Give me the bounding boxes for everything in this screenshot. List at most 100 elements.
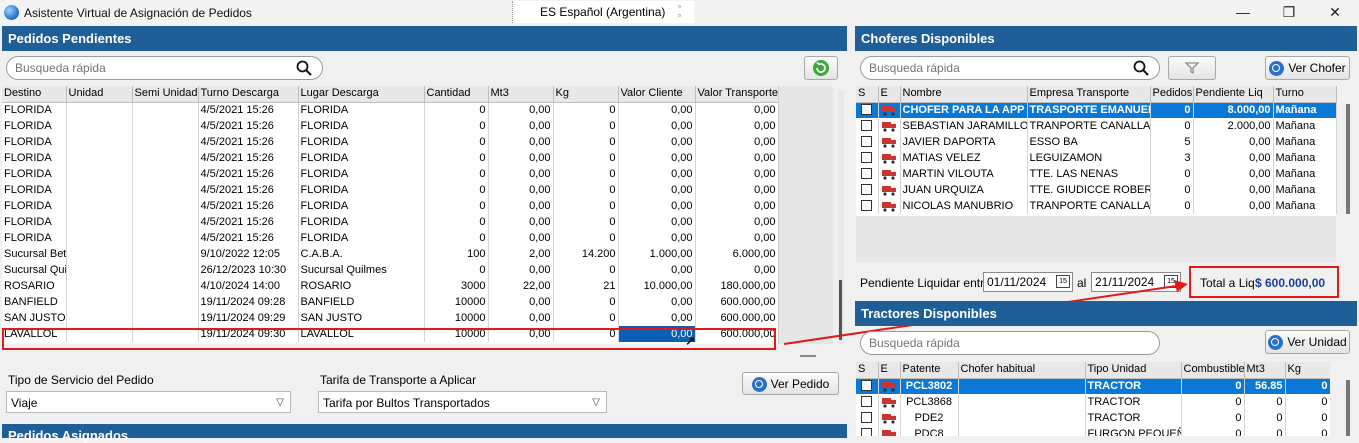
tractores-scrollbar[interactable] (1340, 362, 1357, 436)
pedido-cell[interactable]: FLORIDA (2, 198, 66, 214)
tractores-grid[interactable]: SEPatenteChofer habitualTipo UnidadCombu… (856, 362, 1330, 436)
tractor-cell[interactable]: 0 (1181, 410, 1244, 426)
pedidos-col-header[interactable]: Valor Transporte (695, 86, 778, 102)
pedido-cell[interactable] (66, 118, 132, 134)
choferes-col-header[interactable]: S (856, 86, 878, 102)
pedido-cell[interactable]: 0,00 (618, 182, 695, 198)
chofer-select-cell[interactable] (856, 150, 878, 166)
choferes-search[interactable] (860, 56, 1160, 80)
pedido-cell[interactable]: 0 (553, 118, 618, 134)
pedido-cell[interactable] (66, 102, 132, 118)
pedido-cell[interactable]: 0 (553, 166, 618, 182)
pedido-cell[interactable]: 4/5/2021 15:26 (198, 198, 298, 214)
tractores-col-header[interactable]: Kg (1285, 362, 1330, 378)
pedido-cell[interactable]: 0,00 (618, 262, 695, 278)
pedido-cell[interactable]: 0,00 (618, 102, 695, 118)
pedido-cell[interactable]: FLORIDA (2, 166, 66, 182)
pedido-cell[interactable]: 10000 (424, 310, 488, 326)
chofer-cell[interactable]: Mañana (1273, 166, 1336, 182)
pedido-cell[interactable]: 0 (424, 150, 488, 166)
chofer-cell[interactable]: NICOLAS MANUBRIO (900, 198, 1027, 214)
pedido-cell[interactable]: FLORIDA (298, 214, 424, 230)
pedido-cell[interactable]: FLORIDA (2, 182, 66, 198)
chofer-row[interactable]: MATIAS VELEZLEGUIZAMON30,00Mañana (856, 150, 1336, 166)
pedido-cell[interactable]: 0,00 (695, 214, 778, 230)
pedido-cell[interactable]: 22,00 (488, 278, 553, 294)
pedido-cell[interactable]: 0,00 (488, 134, 553, 150)
pedidos-search-input[interactable] (15, 61, 267, 75)
tractor-cell[interactable] (958, 410, 1085, 426)
pedido-row[interactable]: SAN JUSTO19/11/2024 09:29SAN JUSTO100000… (2, 310, 778, 326)
tractor-row[interactable]: PDC8FURGON PEQUEÑO000 (856, 426, 1330, 436)
tractor-row[interactable]: PCL3868TRACTOR000 (856, 394, 1330, 410)
refresh-button[interactable] (804, 56, 838, 80)
pedido-cell[interactable]: FLORIDA (2, 102, 66, 118)
pedidos-col-header[interactable]: Kg (553, 86, 618, 102)
ver-pedido-button[interactable]: Ver Pedido (742, 372, 839, 395)
tractores-col-header[interactable]: Tipo Unidad (1085, 362, 1181, 378)
pedido-cell[interactable]: 100 (424, 246, 488, 262)
pedido-cell[interactable]: 3000 (424, 278, 488, 294)
language-label[interactable]: ES Español (Argentina) (540, 5, 665, 19)
pedido-cell[interactable]: 0 (553, 230, 618, 246)
pedido-cell[interactable]: 10000 (424, 294, 488, 310)
tractor-cell[interactable]: 56.85 (1244, 378, 1285, 394)
pedido-cell[interactable]: SAN JUSTO (298, 310, 424, 326)
pedido-cell[interactable]: 0,00 (488, 182, 553, 198)
pedido-cell[interactable]: 0,00 (488, 102, 553, 118)
pedido-cell[interactable]: 0 (553, 150, 618, 166)
pedidos-col-header[interactable]: Destino (2, 86, 66, 102)
pedido-cell[interactable]: 600.000,00 (695, 294, 778, 310)
tractor-cell[interactable]: 0 (1285, 394, 1330, 410)
pedido-cell[interactable] (66, 246, 132, 262)
chofer-cell[interactable]: 0 (1150, 182, 1193, 198)
pedido-cell[interactable]: C.A.B.A. (298, 246, 424, 262)
pedido-cell[interactable]: 6.000,00 (695, 246, 778, 262)
pedido-cell[interactable]: 0 (424, 230, 488, 246)
chofer-cell[interactable]: 0 (1150, 198, 1193, 214)
language-arrows-icon[interactable]: ▫▫ (678, 2, 681, 20)
pedidos-col-header[interactable]: Turno Descarga (198, 86, 298, 102)
pedido-cell[interactable]: 0,00 (695, 230, 778, 246)
pedido-cell[interactable] (66, 198, 132, 214)
tractor-cell[interactable]: 0 (1285, 410, 1330, 426)
pedido-cell[interactable]: FLORIDA (2, 118, 66, 134)
tractores-col-header[interactable]: Chofer habitual (958, 362, 1085, 378)
choferes-scrollbar[interactable] (1340, 86, 1357, 262)
chofer-row[interactable]: CHOFER PARA LA APPTRASPORTE EMANUEL08.00… (856, 102, 1336, 118)
chofer-cell[interactable]: TRANPORTE CANALLA (1027, 118, 1150, 134)
pedido-cell[interactable]: SAN JUSTO (2, 310, 66, 326)
pedido-cell[interactable]: 0,00 (695, 262, 778, 278)
pedido-cell[interactable]: 0,00 (488, 294, 553, 310)
pedido-cell[interactable]: 0 (424, 198, 488, 214)
chofer-row[interactable]: NICOLAS MANUBRIOTRANPORTE CANALLA00,00Ma… (856, 198, 1336, 214)
chofer-cell[interactable]: CHOFER PARA LA APP (900, 102, 1027, 118)
chofer-cell[interactable]: 2.000,00 (1193, 118, 1273, 134)
close-button[interactable]: ✕ (1312, 0, 1358, 24)
choferes-col-header[interactable]: Turno (1273, 86, 1336, 102)
choferes-col-header[interactable]: Pedidos (1150, 86, 1193, 102)
checkbox[interactable] (861, 396, 872, 407)
pedido-cell[interactable]: 4/5/2021 15:26 (198, 166, 298, 182)
pedido-row[interactable]: ROSARIO4/10/2024 14:00ROSARIO300022,0021… (2, 278, 778, 294)
tractores-col-header[interactable]: S (856, 362, 878, 378)
pedido-row[interactable]: FLORIDA4/5/2021 15:26FLORIDA00,0000,000,… (2, 102, 778, 118)
choferes-search-input[interactable] (869, 61, 1107, 75)
pedido-cell[interactable] (66, 278, 132, 294)
pedido-cell[interactable] (132, 246, 198, 262)
pedido-cell[interactable]: BANFIELD (298, 294, 424, 310)
minimize-button[interactable]: — (1220, 0, 1266, 24)
tractor-cell[interactable]: 0 (1181, 426, 1244, 436)
pedido-cell[interactable]: BANFIELD (2, 294, 66, 310)
chofer-row[interactable]: JAVIER DAPORTAESSO BA50,00Mañana (856, 134, 1336, 150)
checkbox[interactable] (861, 136, 872, 147)
pedido-cell[interactable]: 0,00 (695, 134, 778, 150)
pedido-cell[interactable] (132, 278, 198, 294)
tractores-col-header[interactable]: E (878, 362, 900, 378)
tractor-cell[interactable]: 0 (1244, 426, 1285, 436)
chofer-cell[interactable]: TTE. LAS NENAS (1027, 166, 1150, 182)
tractor-cell[interactable]: TRACTOR (1085, 378, 1181, 394)
pedido-cell[interactable] (132, 198, 198, 214)
tractor-cell[interactable]: PCL3802 (900, 378, 958, 394)
pedido-cell[interactable]: 0 (553, 102, 618, 118)
